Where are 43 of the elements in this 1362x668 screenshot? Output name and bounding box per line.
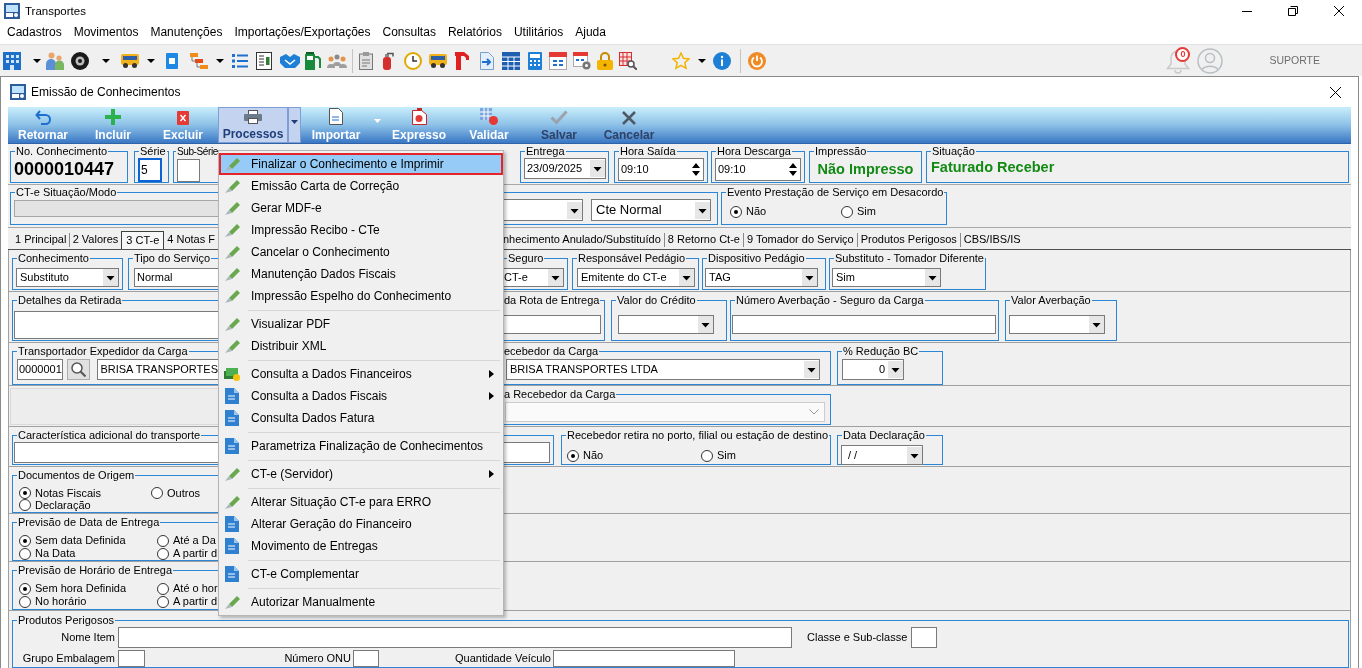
- group-label: Substituto - Tomador Diferente: [834, 252, 985, 265]
- window-title: Emissão de Conhecimentos: [31, 84, 181, 101]
- group-label: Data Declaração: [842, 429, 926, 442]
- window-title: Transportes: [25, 4, 86, 18]
- group-label: Produtos Perigosos: [17, 614, 115, 627]
- group-label: da Rota de Entrega: [503, 294, 601, 307]
- field-label: Grupo Embalagem: [22, 651, 115, 667]
- group-label: Transportador Expedidor da Carga: [17, 345, 189, 358]
- field-label: Número ONU: [284, 651, 351, 667]
- group-label: ecebedor da Carga: [503, 345, 600, 358]
- group-label: Valor do Crédito: [616, 294, 697, 307]
- group-label: Detalhes da Retirada: [17, 294, 123, 307]
- group-label: Previsão de Data de Entrega: [17, 516, 161, 529]
- group-label: Previsão de Horário de Entrega: [17, 564, 174, 577]
- group-label: Número Averbação - Seguro da Carga: [735, 294, 925, 307]
- group-label: Característica adicional do transporte: [17, 429, 202, 442]
- group-label: Hora Descarga: [716, 145, 792, 158]
- group-label: Série: [139, 145, 167, 158]
- group-label: Tipo do Serviço: [133, 252, 212, 265]
- group-label: Entrega: [525, 145, 566, 158]
- notification-badge: 0: [1175, 46, 1191, 62]
- group-label: Evento Prestação de Serviço em Desacordo: [726, 186, 945, 199]
- group-label: Seguro: [507, 252, 545, 265]
- print-status: Não Impresso: [816, 160, 915, 179]
- group-label: Situação: [931, 145, 976, 158]
- document-number: 0000010447: [13, 158, 116, 180]
- group-label: Recebedor retira no porto, filial ou estação de destino: [566, 429, 830, 442]
- field-label: Quantidade Veículo: [454, 651, 551, 667]
- group-label: Hora Saída: [619, 145, 677, 158]
- group-label: Impressão: [814, 145, 868, 158]
- group-label: a Recebedor da Carga: [503, 388, 617, 401]
- group-label: Dispositivo Pedágio: [707, 252, 806, 265]
- field-label: Nome Item: [61, 630, 115, 646]
- group-label: Responsável Pedágio: [577, 252, 687, 265]
- group-label: Conhecimento: [17, 252, 90, 265]
- group-label: % Redução BC: [842, 345, 920, 358]
- group-label: Sub-Série: [176, 145, 219, 158]
- group-label: No. Conhecimento: [15, 145, 109, 158]
- group-label: Valor Averbação: [1010, 294, 1092, 307]
- field-label: Classe e Sub-classe: [807, 630, 908, 646]
- group-label: Documentos de Origem: [17, 469, 136, 482]
- group-label: CT-e Situação/Modo: [15, 186, 118, 199]
- document-status: Faturado Receber: [930, 158, 1056, 176]
